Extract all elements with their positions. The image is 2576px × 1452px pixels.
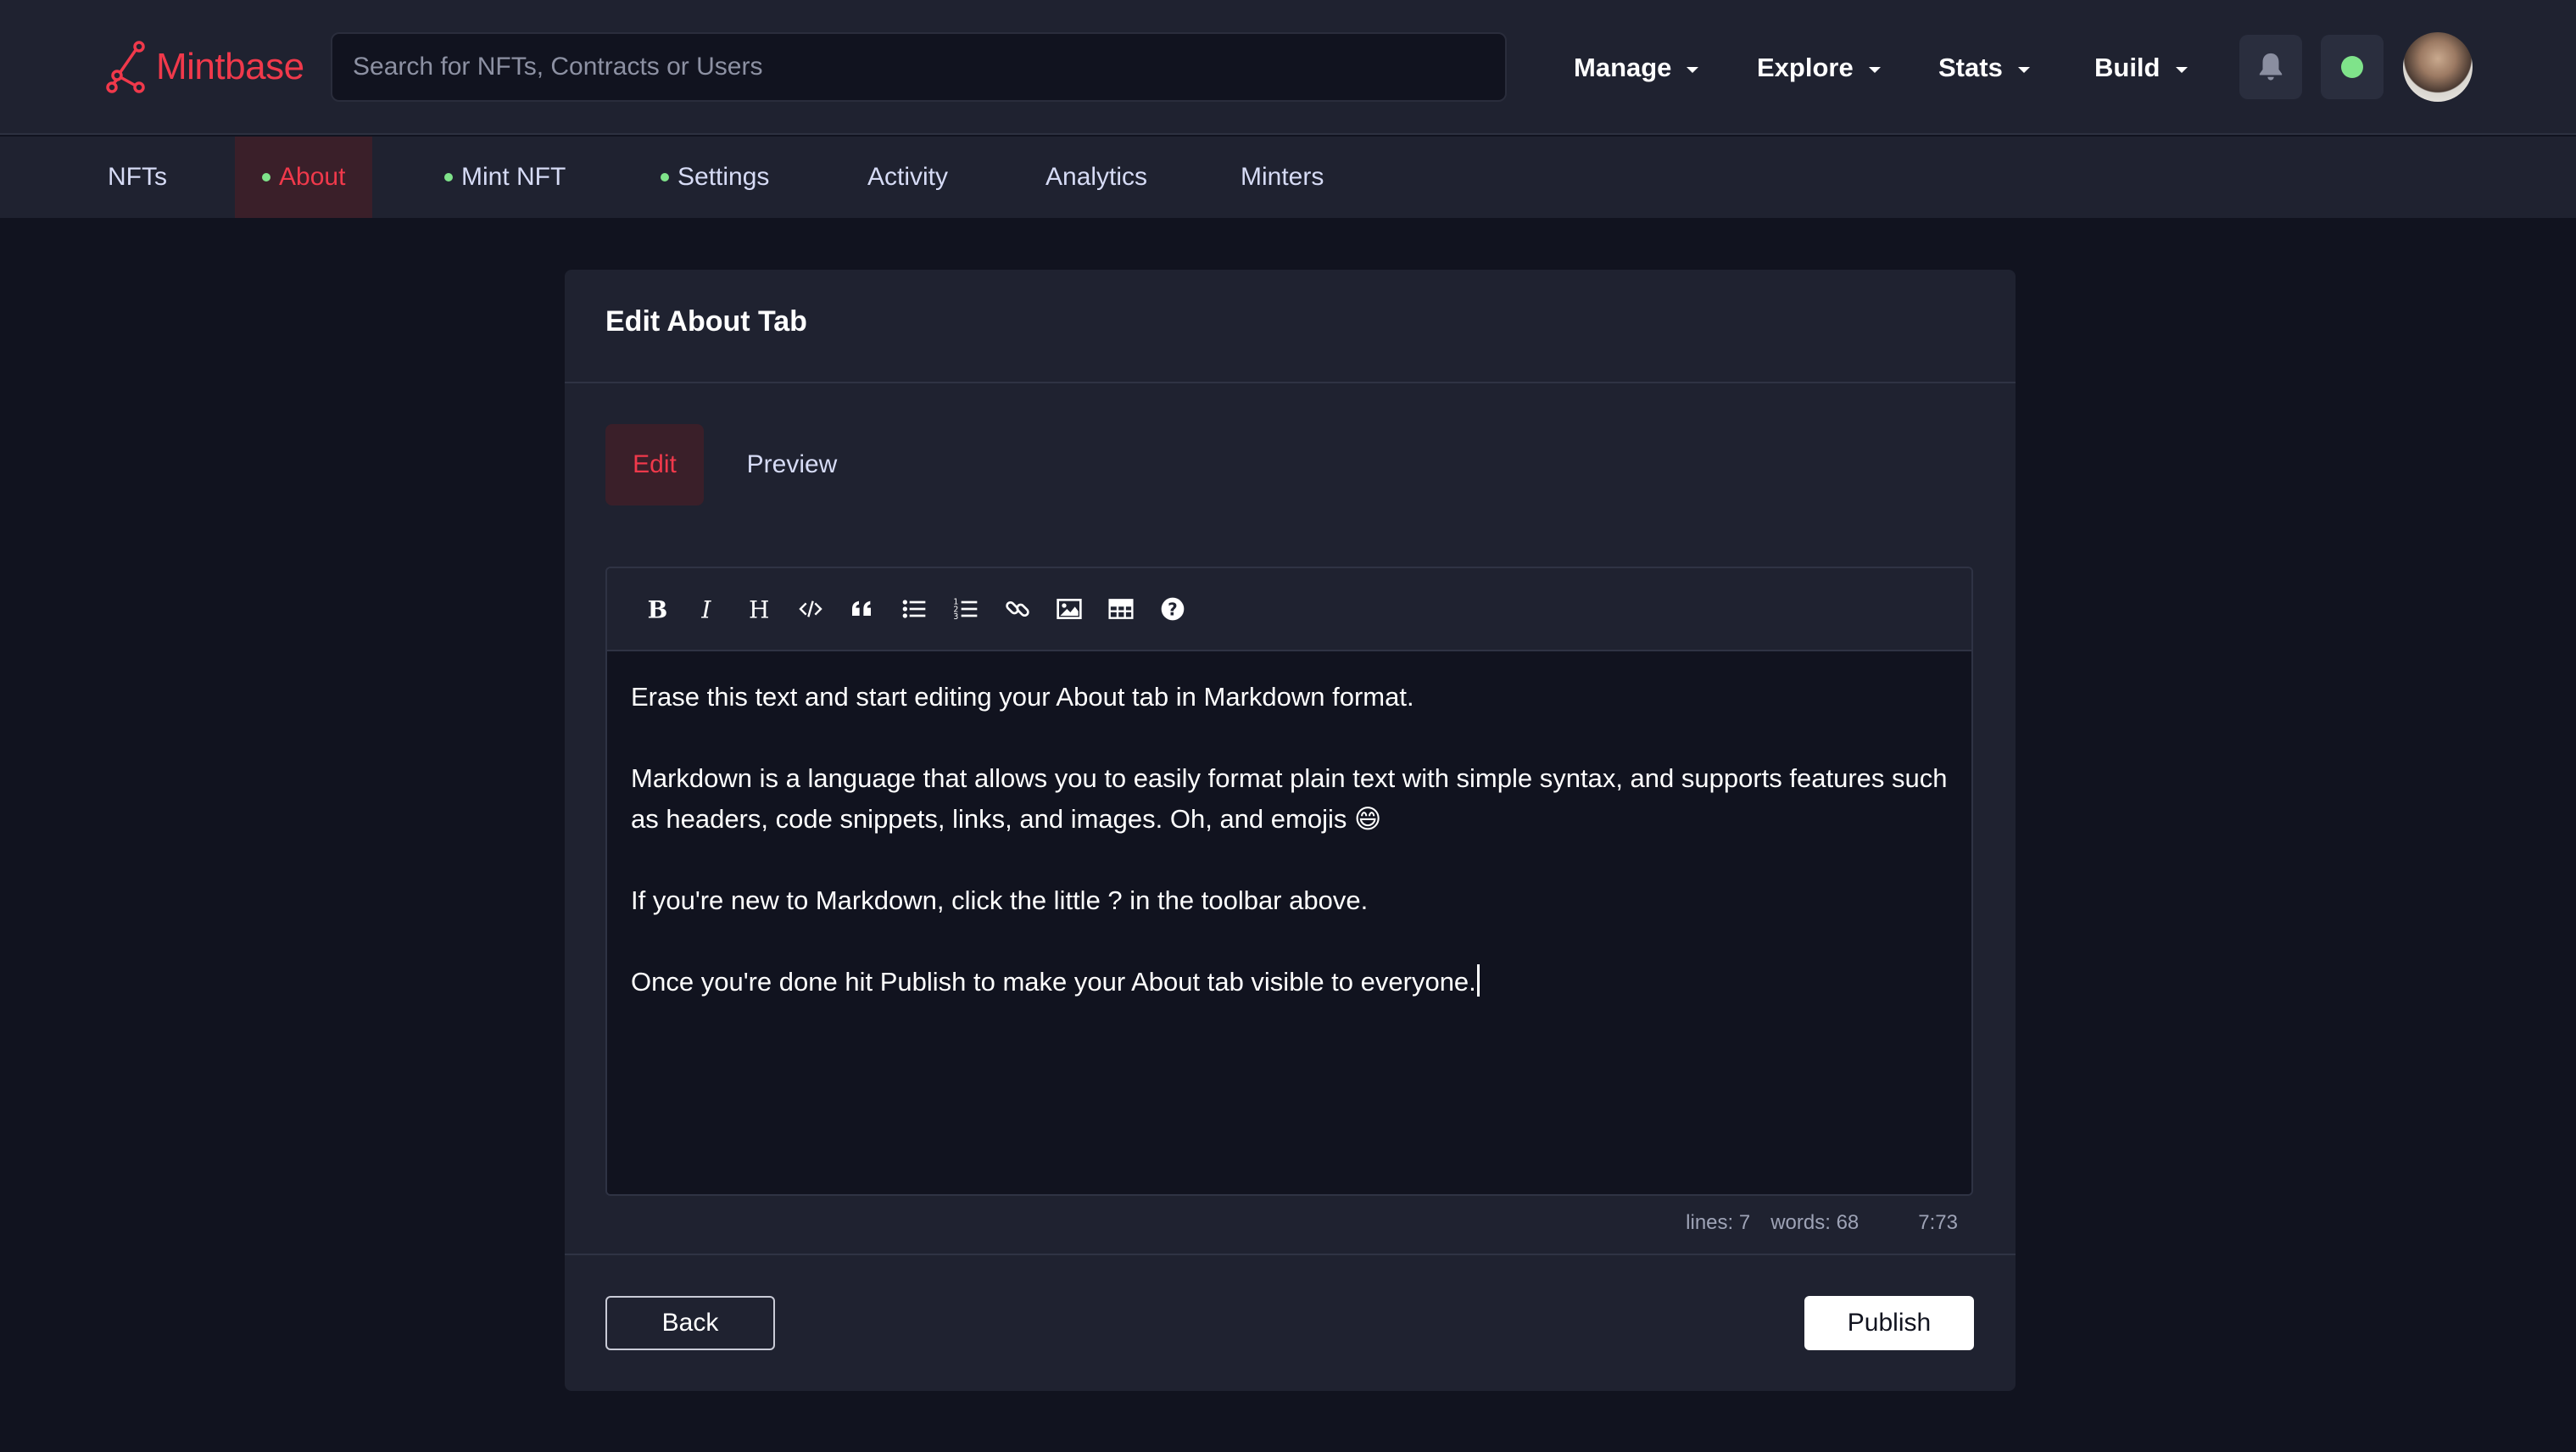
- dot-icon: [444, 173, 453, 182]
- menu-stats-label: Stats: [1938, 53, 2003, 82]
- content-paragraph: Markdown is a language that allows you t…: [631, 763, 1948, 834]
- tab-analytics-label: Analytics: [1045, 163, 1148, 191]
- menu-manage-label: Manage: [1574, 53, 1672, 82]
- wallet-status-button[interactable]: [2321, 35, 2384, 99]
- tab-edit-label: Edit: [633, 450, 677, 478]
- menu-manage[interactable]: Manage: [1574, 47, 1699, 88]
- top-header: Mintbase Manage Explore Stats Build: [0, 0, 2576, 135]
- svg-text:H: H: [749, 596, 769, 623]
- line-count: lines: 7: [1686, 1211, 1751, 1234]
- bold-button[interactable]: B: [629, 584, 681, 634]
- menu-explore[interactable]: Explore: [1757, 47, 1881, 88]
- tab-preview[interactable]: Preview: [729, 424, 855, 505]
- tab-nfts[interactable]: NFTs: [108, 137, 167, 218]
- user-avatar[interactable]: [2403, 32, 2473, 102]
- menu-build-label: Build: [2094, 53, 2161, 82]
- help-button[interactable]: ?: [1146, 584, 1198, 634]
- numbered-list-icon: 123: [953, 598, 977, 622]
- tab-preview-label: Preview: [746, 450, 838, 478]
- card-title: Edit About Tab: [605, 305, 807, 338]
- tab-mint-nft-label: Mint NFT: [461, 163, 566, 191]
- svg-text:I: I: [700, 596, 711, 623]
- bold-icon: B: [647, 596, 667, 623]
- markdown-editor: B I H 123 ? Erase this text and start ed…: [605, 567, 1973, 1196]
- menu-explore-label: Explore: [1757, 53, 1854, 82]
- tab-nfts-label: NFTs: [108, 163, 167, 191]
- chevron-down-icon: [1687, 66, 1699, 73]
- table-button[interactable]: [1095, 584, 1146, 634]
- link-button[interactable]: [991, 584, 1043, 634]
- tab-minters-label: Minters: [1241, 163, 1324, 191]
- code-button[interactable]: [784, 584, 836, 634]
- contract-subnav: NFTs About Mint NFT Settings Activity An…: [0, 137, 2576, 218]
- bell-icon: [2259, 53, 2283, 81]
- edit-about-card: Edit About Tab Edit Preview B I H 1 2 3 …: [565, 270, 2016, 1391]
- menu-stats[interactable]: Stats: [1938, 47, 2030, 88]
- chevron-down-icon: [2175, 66, 2188, 73]
- bullet-list-button[interactable]: [888, 584, 940, 634]
- content-text: Once you're done hit Publish to make you…: [631, 967, 1476, 997]
- italic-button[interactable]: I: [681, 584, 733, 634]
- numbered-list-button[interactable]: 123: [940, 584, 991, 634]
- image-icon: [1056, 599, 1082, 619]
- text-cursor: [1476, 964, 1480, 997]
- content-paragraph: If you're new to Markdown, click the lit…: [631, 885, 1369, 915]
- tab-settings-label: Settings: [677, 163, 770, 191]
- publish-button[interactable]: Publish: [1804, 1296, 1974, 1350]
- tab-edit[interactable]: Edit: [605, 424, 704, 505]
- chevron-down-icon: [2017, 66, 2030, 73]
- tab-activity-label: Activity: [867, 163, 949, 191]
- status-dot: [2341, 56, 2363, 78]
- heading-icon: H: [749, 596, 769, 623]
- menu-build[interactable]: Build: [2094, 47, 2188, 88]
- link-icon: [1005, 600, 1029, 617]
- tab-minters[interactable]: Minters: [1241, 137, 1324, 218]
- help-icon: ?: [1161, 597, 1184, 621]
- logo-text: Mintbase: [156, 46, 304, 87]
- code-icon: [798, 600, 822, 617]
- word-count: words: 68: [1770, 1211, 1860, 1234]
- italic-icon: I: [700, 596, 711, 623]
- divider: [565, 382, 2016, 383]
- back-button[interactable]: Back: [605, 1296, 775, 1350]
- cursor-position: 7:73: [1918, 1211, 1958, 1234]
- tab-about[interactable]: About: [235, 137, 373, 218]
- table-icon: [1107, 599, 1134, 619]
- search-input[interactable]: [353, 34, 1485, 100]
- dot-icon: [661, 173, 669, 182]
- quote-icon: [851, 600, 871, 616]
- tab-settings[interactable]: Settings: [661, 137, 769, 218]
- content-paragraph-last: Once you're done hit Publish to make you…: [631, 962, 1948, 1002]
- content-paragraph: Erase this text and start editing your A…: [631, 682, 1414, 712]
- heading-button[interactable]: H: [733, 584, 784, 634]
- dot-icon: [262, 173, 270, 182]
- svg-text:?: ?: [1168, 599, 1178, 619]
- svg-text:B: B: [647, 596, 667, 623]
- bullet-list-icon: [902, 600, 925, 618]
- editor-toolbar: B I H 123 ?: [607, 568, 1971, 651]
- search-bar[interactable]: [331, 32, 1507, 102]
- image-button[interactable]: [1043, 584, 1095, 634]
- divider: [565, 1254, 2016, 1255]
- markdown-textarea[interactable]: Erase this text and start editing your A…: [607, 651, 1971, 1194]
- tab-mint-nft[interactable]: Mint NFT: [444, 137, 566, 218]
- svg-text:3: 3: [953, 612, 958, 622]
- editor-statusbar: lines: 7 words: 68 7:73: [1686, 1211, 1958, 1235]
- notifications-button[interactable]: [2239, 35, 2302, 99]
- chevron-down-icon: [1868, 66, 1881, 73]
- mintbase-logo-icon: [106, 41, 145, 93]
- tab-about-label: About: [279, 163, 346, 191]
- tab-analytics[interactable]: Analytics: [1045, 137, 1147, 218]
- quote-button[interactable]: [836, 584, 888, 634]
- tab-activity[interactable]: Activity: [867, 137, 948, 218]
- mintbase-logo[interactable]: Mintbase: [105, 39, 304, 95]
